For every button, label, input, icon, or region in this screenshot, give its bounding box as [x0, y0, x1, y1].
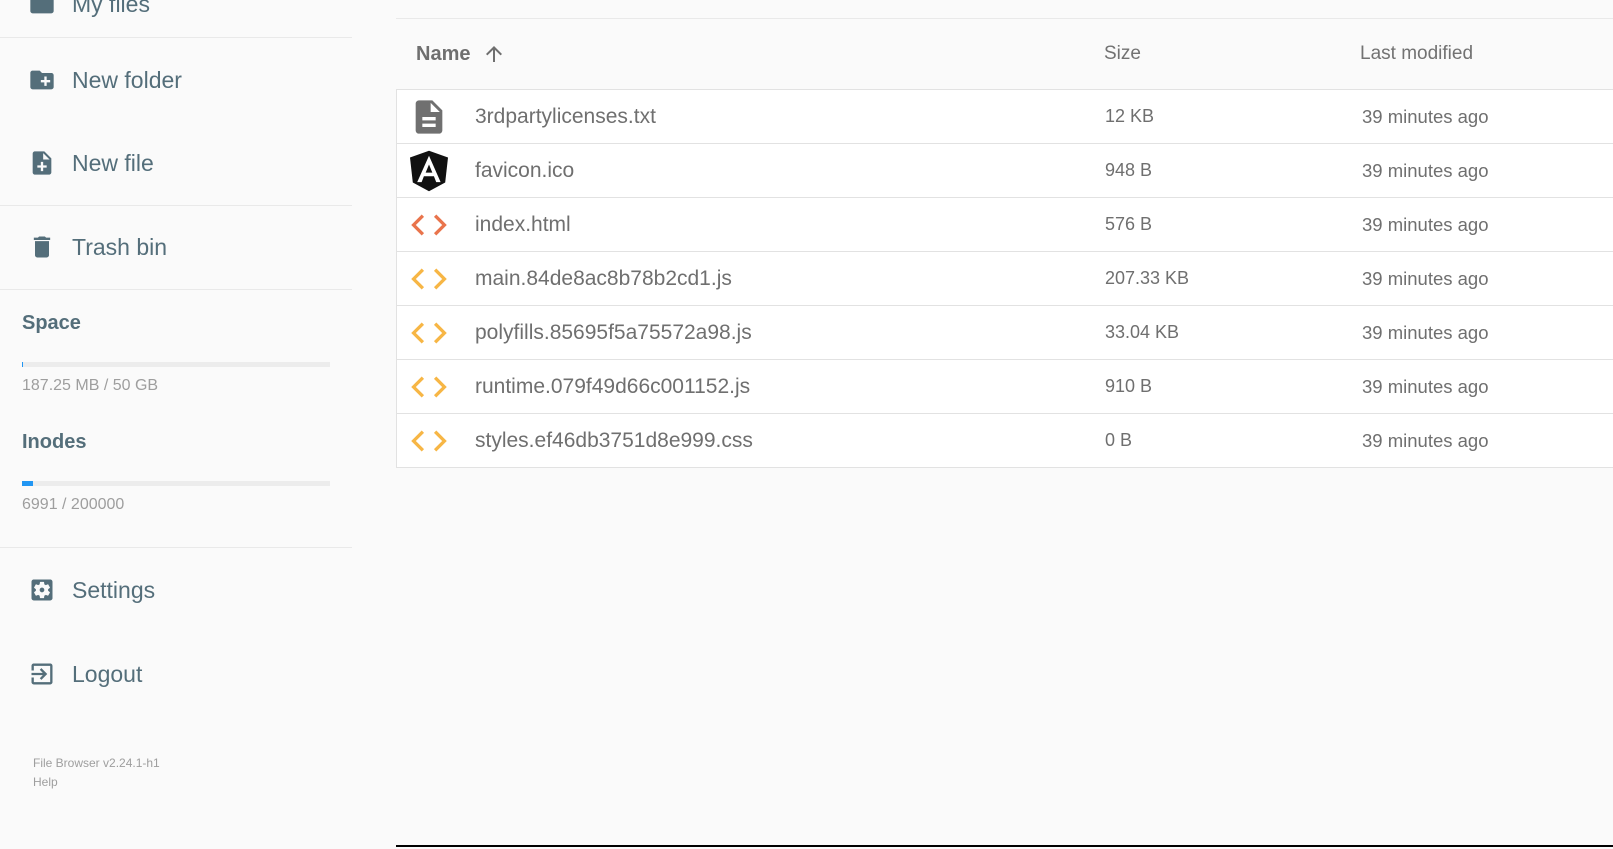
sidebar-item-trash-bin[interactable]: Trash bin: [0, 222, 352, 272]
sidebar-item-label: New file: [72, 149, 154, 176]
file-row[interactable]: 3rdpartylicenses.txt 12 KB 39 minutes ago: [396, 89, 1613, 144]
file-modified: 39 minutes ago: [1362, 105, 1489, 127]
file-size: 207.33 KB: [1105, 268, 1190, 288]
note-add-icon: [28, 149, 56, 177]
sidebar-item-new-folder[interactable]: New folder: [0, 55, 352, 105]
screen-bottom-edge: [396, 845, 1613, 847]
file-row[interactable]: styles.ef46db3751d8e999.css 0 B 39 minutes…: [396, 414, 1613, 468]
sidebar-item-logout[interactable]: Logout: [0, 649, 352, 699]
file-name: main.84de8ac8b78b2cd1.js: [475, 266, 732, 290]
settings-icon: [28, 576, 56, 604]
code-icon: [407, 419, 451, 463]
list-header: Name Size Last modified: [396, 19, 1613, 89]
sidebar-item-label: Logout: [72, 660, 143, 687]
divider: [0, 205, 352, 206]
space-progress-bar: [22, 362, 330, 367]
code-icon: [407, 311, 451, 355]
file-name: runtime.079f49d66c001152.js: [475, 374, 751, 398]
file-size: 12 KB: [1105, 106, 1155, 126]
create-new-folder-icon: [28, 66, 56, 94]
sidebar: My files New folder New file Trash bin S…: [0, 0, 352, 847]
file-row[interactable]: favicon.ico 948 B 39 minutes ago: [396, 144, 1613, 198]
file-size: 0 B: [1105, 430, 1133, 450]
inodes-progress-fill: [22, 481, 33, 486]
file-modified: 39 minutes ago: [1362, 321, 1489, 343]
file-name: styles.ef46db3751d8e999.css: [475, 428, 753, 452]
file-modified: 39 minutes ago: [1362, 375, 1489, 397]
angular-logo-icon: [407, 149, 451, 193]
inodes-title: Inodes: [22, 431, 87, 453]
help-link[interactable]: Help: [33, 773, 160, 792]
file-row[interactable]: runtime.079f49d66c001152.js 910 B 39 minut…: [396, 360, 1613, 414]
sidebar-item-label: Trash bin: [72, 233, 168, 260]
exit-icon: [28, 660, 56, 688]
inodes-usage-text: 6991 / 200000: [22, 496, 125, 513]
file-row[interactable]: index.html 576 B 39 minutes ago: [396, 198, 1613, 252]
file-size: 948 B: [1105, 160, 1153, 180]
sidebar-item-settings[interactable]: Settings: [0, 565, 352, 615]
sidebar-item-label: My files: [72, 0, 150, 17]
sort-by-name[interactable]: Name: [416, 19, 506, 89]
divider: [0, 547, 352, 548]
text-file-icon: [407, 95, 451, 139]
space-usage-text: 187.25 MB / 50 GB: [22, 377, 159, 394]
file-name: favicon.ico: [475, 158, 575, 182]
file-size: 33.04 KB: [1105, 322, 1180, 342]
sidebar-footer: File Browser v2.24.1-h1 Help: [33, 754, 160, 792]
sidebar-item-label: New folder: [72, 66, 182, 93]
inodes-progress-bar: [22, 481, 330, 486]
file-row[interactable]: main.84de8ac8b78b2cd1.js 207.33 KB 39 minu…: [396, 252, 1613, 306]
sidebar-item-new-file[interactable]: New file: [0, 138, 352, 188]
space-title: Space: [22, 312, 81, 334]
file-name: 3rdpartylicenses.txt: [475, 104, 656, 128]
arrow-up-icon: [482, 42, 506, 66]
sidebar-item-label: Settings: [72, 576, 156, 603]
divider: [0, 37, 352, 38]
divider: [0, 289, 352, 290]
file-list: 3rdpartylicenses.txt 12 KB 39 minutes ago f…: [396, 89, 1613, 468]
sidebar-item-my-files[interactable]: My files: [0, 0, 352, 29]
code-icon: [407, 257, 451, 301]
file-size: 576 B: [1105, 214, 1153, 234]
file-listing: Name Size Last modified 3rdpartylicenses…: [396, 0, 1613, 847]
code-icon: [407, 203, 451, 247]
file-modified: 39 minutes ago: [1362, 267, 1489, 289]
code-icon: [407, 365, 451, 409]
file-name: index.html: [475, 212, 571, 236]
column-size-label: Size: [1104, 43, 1141, 64]
file-size: 910 B: [1105, 376, 1153, 396]
sort-by-modified[interactable]: Last modified: [1360, 19, 1473, 89]
space-progress-fill: [22, 362, 24, 367]
sort-by-size[interactable]: Size: [1104, 19, 1141, 89]
folder-icon: [28, 0, 56, 18]
column-name-label: Name: [416, 42, 471, 65]
version-text: File Browser v2.24.1-h1: [33, 756, 160, 770]
file-modified: 39 minutes ago: [1362, 429, 1489, 451]
trash-icon: [28, 233, 56, 261]
file-row[interactable]: polyfills.85695f5a75572a98.js 33.04 KB 39 …: [396, 306, 1613, 360]
column-modified-label: Last modified: [1360, 43, 1474, 64]
file-modified: 39 minutes ago: [1362, 213, 1489, 235]
file-modified: 39 minutes ago: [1362, 159, 1489, 181]
file-name: polyfills.85695f5a75572a98.js: [475, 320, 752, 344]
